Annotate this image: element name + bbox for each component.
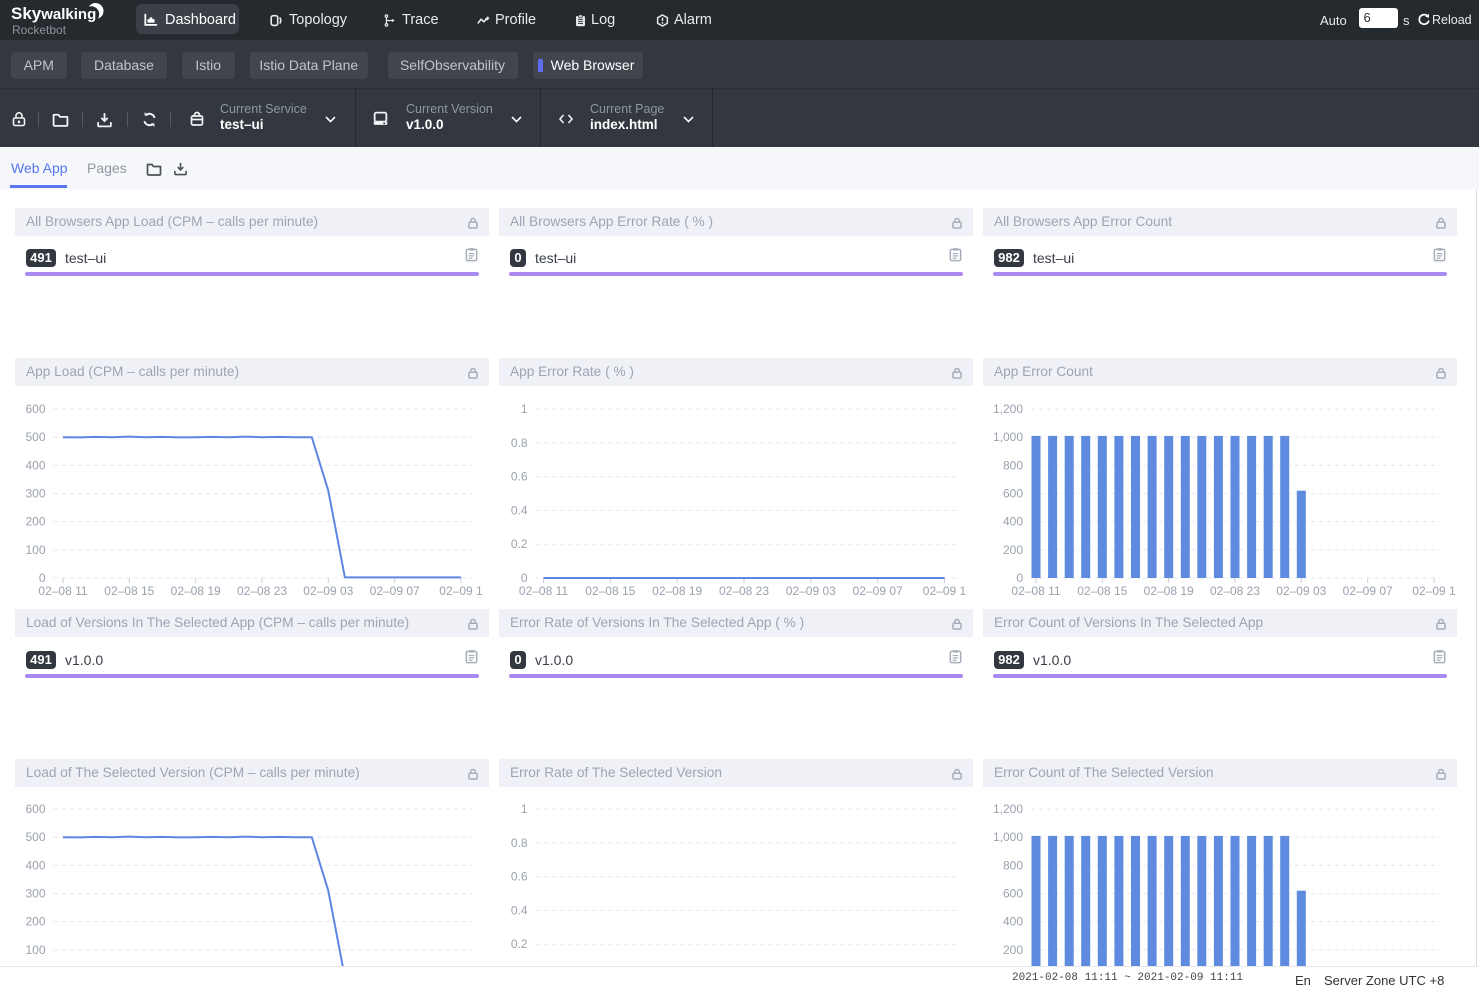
svg-text:02–09 03: 02–09 03: [786, 584, 836, 598]
svg-text:02–08 15: 02–08 15: [104, 584, 154, 598]
svg-text:200: 200: [1003, 943, 1023, 957]
svg-text:02–08 23: 02–08 23: [719, 584, 769, 598]
svg-text:0.8: 0.8: [511, 836, 528, 850]
svg-text:02–09 07: 02–09 07: [370, 584, 420, 598]
svg-text:0: 0: [1016, 571, 1023, 585]
svg-text:0.4: 0.4: [511, 503, 528, 517]
svg-text:600: 600: [25, 402, 45, 416]
svg-text:02–08 19: 02–08 19: [652, 584, 702, 598]
svg-text:400: 400: [25, 458, 45, 472]
svg-text:0.4: 0.4: [511, 903, 528, 917]
svg-text:600: 600: [25, 802, 45, 816]
svg-text:1,000: 1,000: [993, 430, 1023, 444]
svg-text:0: 0: [521, 571, 528, 585]
svg-text:0.6: 0.6: [511, 470, 528, 484]
svg-text:02–09 03: 02–09 03: [303, 584, 353, 598]
svg-text:200: 200: [1003, 543, 1023, 557]
svg-text:100: 100: [25, 543, 45, 557]
svg-text:02–08 19: 02–08 19: [171, 584, 221, 598]
svg-text:02–09 07: 02–09 07: [1343, 584, 1393, 598]
svg-text:800: 800: [1003, 458, 1023, 472]
svg-text:1,200: 1,200: [993, 402, 1023, 416]
svg-text:500: 500: [25, 430, 45, 444]
svg-text:02–08 15: 02–08 15: [585, 584, 635, 598]
svg-text:02–09 1: 02–09 1: [439, 584, 483, 598]
svg-text:200: 200: [25, 915, 45, 929]
svg-text:02–09 03: 02–09 03: [1276, 584, 1326, 598]
svg-text:400: 400: [25, 858, 45, 872]
svg-text:800: 800: [1003, 858, 1023, 872]
svg-text:02–08 19: 02–08 19: [1144, 584, 1194, 598]
svg-text:100: 100: [25, 943, 45, 957]
svg-text:02–08 23: 02–08 23: [237, 584, 287, 598]
svg-text:400: 400: [1003, 915, 1023, 929]
svg-text:0: 0: [39, 571, 46, 585]
svg-text:02–08 11: 02–08 11: [1011, 584, 1060, 598]
svg-text:1: 1: [521, 402, 528, 416]
svg-text:0.6: 0.6: [511, 870, 528, 884]
svg-text:02–08 11: 02–08 11: [38, 584, 87, 598]
svg-text:400: 400: [1003, 515, 1023, 529]
svg-text:02–08 23: 02–08 23: [1210, 584, 1260, 598]
svg-text:0.2: 0.2: [511, 537, 528, 551]
svg-text:02–08 15: 02–08 15: [1077, 584, 1127, 598]
svg-text:300: 300: [25, 487, 45, 501]
svg-text:0.8: 0.8: [511, 436, 528, 450]
svg-text:1,200: 1,200: [993, 802, 1023, 816]
svg-text:02–09 1: 02–09 1: [1412, 584, 1456, 598]
svg-text:02–09 07: 02–09 07: [853, 584, 903, 598]
svg-text:02–09 1: 02–09 1: [923, 584, 967, 598]
svg-text:1: 1: [521, 802, 528, 816]
svg-text:300: 300: [25, 887, 45, 901]
svg-text:02–08 11: 02–08 11: [519, 584, 568, 598]
svg-text:600: 600: [1003, 487, 1023, 501]
svg-text:0.2: 0.2: [511, 937, 528, 951]
svg-text:500: 500: [25, 830, 45, 844]
svg-text:200: 200: [25, 515, 45, 529]
svg-text:600: 600: [1003, 887, 1023, 901]
svg-text:1,000: 1,000: [993, 830, 1023, 844]
